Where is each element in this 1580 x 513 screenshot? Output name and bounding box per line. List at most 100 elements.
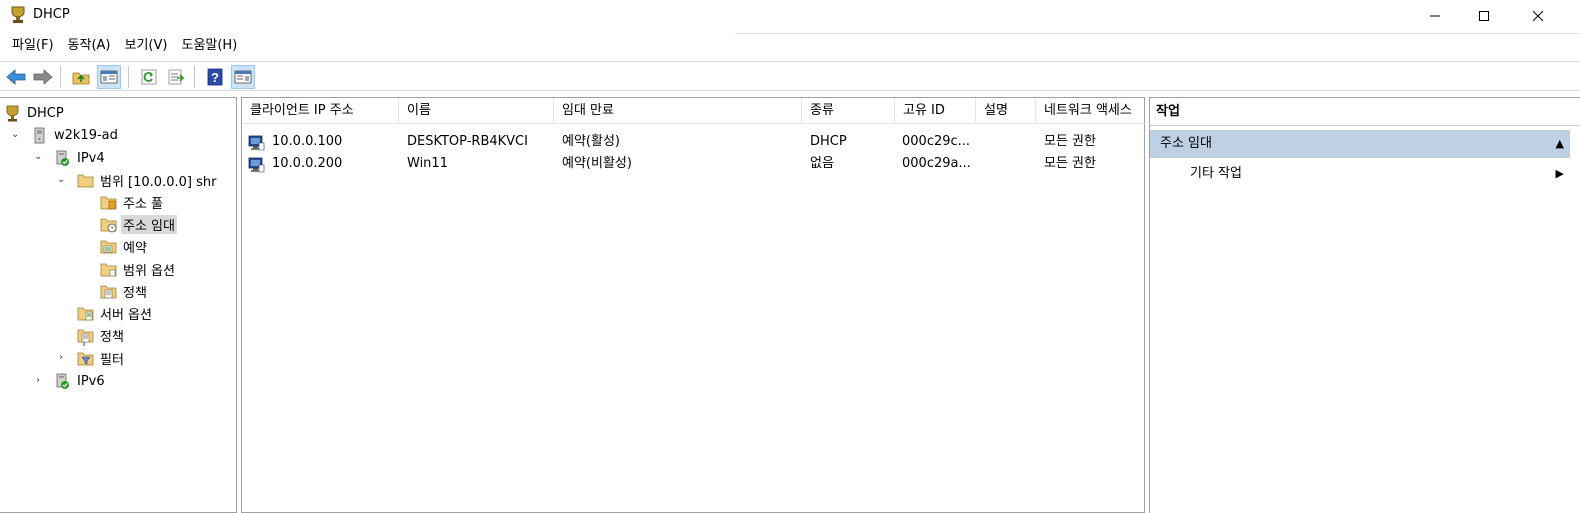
- up-level-button[interactable]: [69, 65, 93, 89]
- column-header-network-access[interactable]: 네트워크 액세스: [1036, 98, 1142, 124]
- collapse-chevron-icon[interactable]: ⌄: [57, 175, 67, 185]
- back-icon: [6, 69, 26, 85]
- help-icon: ?: [207, 68, 223, 86]
- menu-help[interactable]: 도움말(H): [174, 33, 244, 59]
- toolbar-separator: [60, 66, 61, 88]
- cell-unique-id: 000c29a...: [902, 156, 971, 171]
- dhcp-app-icon: [11, 6, 25, 23]
- forward-icon: [33, 69, 53, 85]
- window-title: DHCP: [33, 7, 70, 22]
- inactive-reservation-icon: [248, 157, 265, 173]
- refresh-button[interactable]: [137, 65, 161, 89]
- column-header-name[interactable]: 이름: [399, 98, 554, 124]
- active-reservation-icon: [248, 135, 265, 151]
- up-folder-icon: [72, 72, 90, 85]
- help-button[interactable]: ?: [203, 65, 227, 89]
- action-more-actions[interactable]: 기타 작업 ▶: [1190, 161, 1570, 187]
- cell-network-access: 모든 권한: [1044, 156, 1096, 171]
- ipv6-icon: [56, 373, 69, 389]
- back-button[interactable]: [4, 65, 28, 89]
- cell-lease-expiry: 예약(활성): [562, 134, 620, 149]
- cell-type: DHCP: [810, 134, 847, 149]
- policy-icon: [100, 285, 117, 298]
- ipv4-icon: [56, 150, 69, 166]
- scope-options-icon: [100, 263, 117, 276]
- cell-name: DESKTOP-RB4KVCI: [407, 134, 528, 149]
- collapse-up-arrow-icon[interactable]: ▲: [1556, 130, 1564, 158]
- scope-folder-icon: [77, 174, 94, 187]
- menu-action[interactable]: 동작(A): [61, 33, 118, 59]
- tree-item-address-lease[interactable]: 주소 임대: [100, 214, 177, 234]
- forward-button[interactable]: [31, 65, 55, 89]
- maximize-button[interactable]: [1461, 0, 1507, 32]
- tree-item-scope-policy[interactable]: 정책: [100, 281, 149, 301]
- show-hide-action-pane-icon: [234, 70, 252, 84]
- filter-icon: [77, 352, 94, 365]
- svg-text:?: ?: [211, 70, 219, 85]
- actions-section-label: 주소 임대: [1160, 136, 1212, 151]
- minimize-button[interactable]: [1412, 0, 1458, 32]
- column-header-unique-id[interactable]: 고유 ID: [895, 98, 976, 124]
- address-lease-icon: [100, 218, 117, 232]
- submenu-arrow-icon: ▶: [1555, 167, 1564, 180]
- collapse-chevron-icon[interactable]: ⌄: [11, 130, 21, 140]
- toolbar-separator: [128, 66, 129, 88]
- dhcp-root-icon: [6, 105, 19, 121]
- refresh-icon: [141, 69, 157, 85]
- server-options-icon: [77, 307, 94, 320]
- address-pool-icon: [100, 196, 117, 209]
- cell-client-ip: 10.0.0.100: [272, 134, 343, 149]
- cell-lease-expiry: 예약(비활성): [562, 156, 632, 171]
- close-button[interactable]: [1515, 0, 1561, 32]
- tree-item-scope-options[interactable]: 범위 옵션: [100, 259, 177, 279]
- table-row[interactable]: 10.0.0.100 DESKTOP-RB4KVCI 예약(활성) DHCP 0…: [242, 131, 1142, 153]
- tree-item-address-pool[interactable]: 주소 풀: [100, 192, 165, 212]
- minimize-icon: [1430, 15, 1440, 17]
- export-list-button[interactable]: [165, 65, 189, 89]
- collapse-chevron-icon[interactable]: ⌄: [34, 152, 44, 162]
- policy-icon: [77, 329, 94, 342]
- results-list: 클라이언트 IP 주소 이름 임대 만료 종류 고유 ID 설명 네트워크 액세…: [241, 97, 1146, 513]
- menu-view[interactable]: 보기(V): [118, 33, 175, 59]
- toolbar-separator: [194, 66, 195, 88]
- actions-pane: 작업 주소 임대 ▲ 기타 작업 ▶: [1149, 97, 1580, 513]
- close-icon: [1532, 10, 1544, 22]
- tree-item-server[interactable]: w2k19-ad: [31, 125, 120, 145]
- cell-unique-id: 000c29c...: [902, 134, 971, 149]
- cell-name: Win11: [407, 156, 448, 171]
- console-tree: DHCP ⌄ w2k19-ad ⌄ IPv4 ⌄ 범위 [10.0.0.0] s…: [0, 97, 237, 513]
- show-hide-action-pane-button[interactable]: [231, 65, 255, 89]
- tree-item-dhcp[interactable]: DHCP: [4, 103, 66, 123]
- actions-section-address-lease[interactable]: 주소 임대 ▲: [1150, 130, 1570, 158]
- cell-network-access: 모든 권한: [1044, 134, 1096, 149]
- export-list-icon: [168, 69, 185, 85]
- tree-item-server-options[interactable]: 서버 옵션: [77, 303, 154, 323]
- tree-item-reservation[interactable]: 예약: [100, 236, 149, 256]
- tree-item-filter[interactable]: 필터: [77, 348, 126, 368]
- server-icon: [34, 127, 45, 143]
- cell-client-ip: 10.0.0.200: [272, 156, 343, 171]
- expand-chevron-icon[interactable]: ›: [36, 376, 46, 386]
- list-header: 클라이언트 IP 주소 이름 임대 만료 종류 고유 ID 설명 네트워크 액세…: [242, 98, 1146, 124]
- tree-item-scope[interactable]: 범위 [10.0.0.0] shr: [77, 170, 218, 190]
- cell-type: 없음: [810, 156, 834, 171]
- action-more-actions-label: 기타 작업: [1190, 166, 1242, 181]
- toolbar: ?: [0, 61, 1580, 91]
- actions-title: 작업: [1150, 98, 1580, 126]
- tree-item-ipv4[interactable]: IPv4: [54, 148, 107, 168]
- table-row[interactable]: 10.0.0.200 Win11 예약(비활성) 없음 000c29a... 모…: [242, 153, 1142, 175]
- column-header-type[interactable]: 종류: [802, 98, 895, 124]
- reservation-icon: [100, 240, 117, 253]
- tree-item-server-policy[interactable]: 정책: [77, 325, 126, 345]
- tree-item-ipv6[interactable]: IPv6: [54, 371, 107, 391]
- title-bar: DHCP: [0, 0, 1580, 32]
- show-hide-tree-icon: [100, 70, 118, 84]
- menu-file[interactable]: 파일(F): [5, 33, 61, 59]
- column-header-lease-expiry[interactable]: 임대 만료: [554, 98, 802, 124]
- menu-bar: 파일(F) 동작(A) 보기(V) 도움말(H): [0, 33, 1580, 59]
- expand-chevron-icon[interactable]: ›: [59, 353, 69, 363]
- show-hide-tree-button[interactable]: [97, 65, 121, 89]
- maximize-icon: [1479, 11, 1489, 21]
- column-header-description[interactable]: 설명: [976, 98, 1036, 124]
- column-header-client-ip[interactable]: 클라이언트 IP 주소: [242, 98, 399, 124]
